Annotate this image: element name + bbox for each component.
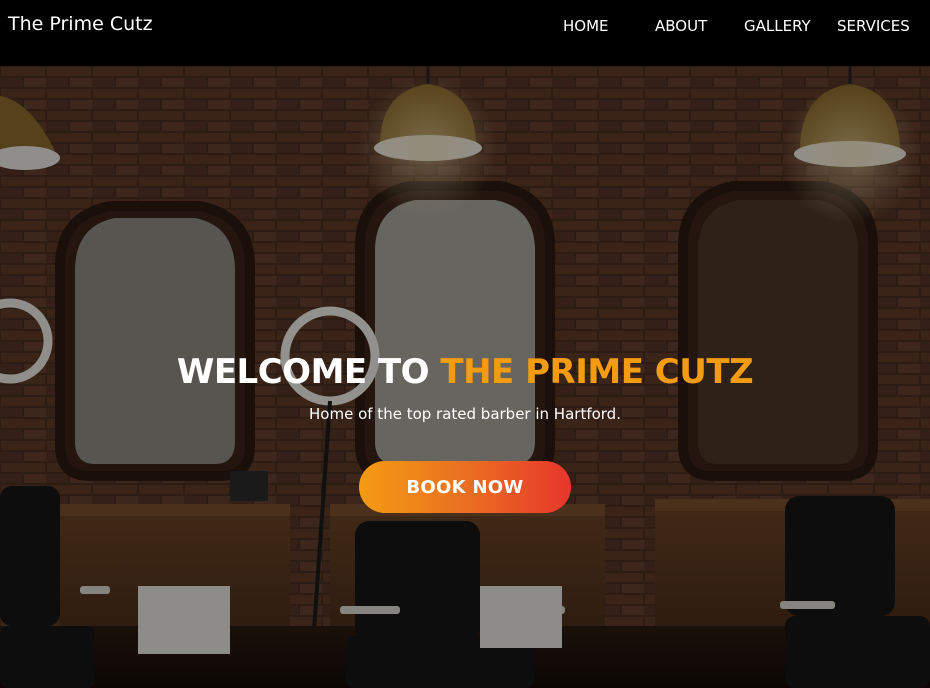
navbar: The Prime Cutz HOME ABOUT GALLERY SERVIC… [0,0,930,66]
book-now-button[interactable]: BOOK NOW [359,461,571,513]
hero-subtitle: Home of the top rated barber in Hartford… [309,405,621,423]
nav-link-home[interactable]: HOME [563,17,609,35]
hero-title-prefix: WELCOME TO [176,352,441,392]
nav-link-about[interactable]: ABOUT [655,17,707,35]
nav-link-gallery[interactable]: GALLERY [744,17,811,35]
nav-link-services[interactable]: SERVICES [837,17,910,35]
brand-logo-text[interactable]: The Prime Cutz [8,13,153,35]
hero-title-accent: THE PRIME CUTZ [440,352,754,392]
hero-title: WELCOME TO THE PRIME CUTZ [0,352,930,392]
hero-section: WELCOME TO THE PRIME CUTZ Home of the to… [0,66,930,688]
